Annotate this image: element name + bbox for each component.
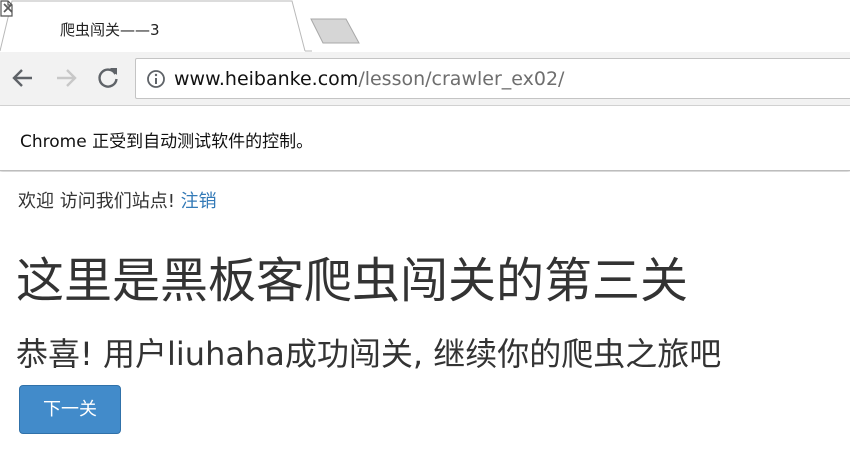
arrow-back-icon[interactable] (9, 64, 37, 92)
tab-title: 爬虫闯关——3 (60, 21, 160, 39)
welcome-text: 欢迎 访问我们站点! (18, 191, 175, 212)
reload-icon[interactable] (94, 64, 122, 92)
infobar-message: Chrome 正受到自动测试软件的控制。 (20, 132, 314, 152)
page-content: 欢迎 访问我们站点! 注销 这里是黑板客爬虫闯关的第三关 恭喜! 用户liuha… (0, 172, 850, 453)
tab-active[interactable]: 爬虫闯关——3 (0, 0, 312, 52)
url-host: www.heibanke.com (174, 68, 359, 90)
info-icon[interactable] (146, 69, 166, 89)
welcome-line: 欢迎 访问我们站点! 注销 (18, 187, 217, 213)
next-level-button[interactable]: 下一关 (19, 385, 121, 434)
automation-infobar: Chrome 正受到自动测试软件的控制。 (0, 106, 850, 171)
tab-strip: 爬虫闯关——3 (0, 0, 850, 52)
toolbar: www.heibanke.com/lesson/crawler_ex02/ (0, 52, 850, 106)
arrow-forward-icon[interactable] (52, 64, 80, 92)
new-tab-button[interactable] (308, 18, 362, 44)
close-icon[interactable] (0, 0, 16, 16)
url-text: www.heibanke.com/lesson/crawler_ex02/ (174, 68, 564, 90)
page-heading: 这里是黑板客爬虫闯关的第三关 (16, 253, 689, 309)
logout-link[interactable]: 注销 (181, 191, 217, 212)
browser-window: 爬虫闯关——3 www.heibanke.com/lesson/crawler_… (0, 0, 850, 453)
address-bar[interactable]: www.heibanke.com/lesson/crawler_ex02/ (135, 58, 850, 99)
url-path: /lesson/crawler_ex02/ (358, 68, 565, 90)
success-message: 恭喜! 用户liuhaha成功闯关, 继续你的爬虫之旅吧 (16, 335, 722, 373)
